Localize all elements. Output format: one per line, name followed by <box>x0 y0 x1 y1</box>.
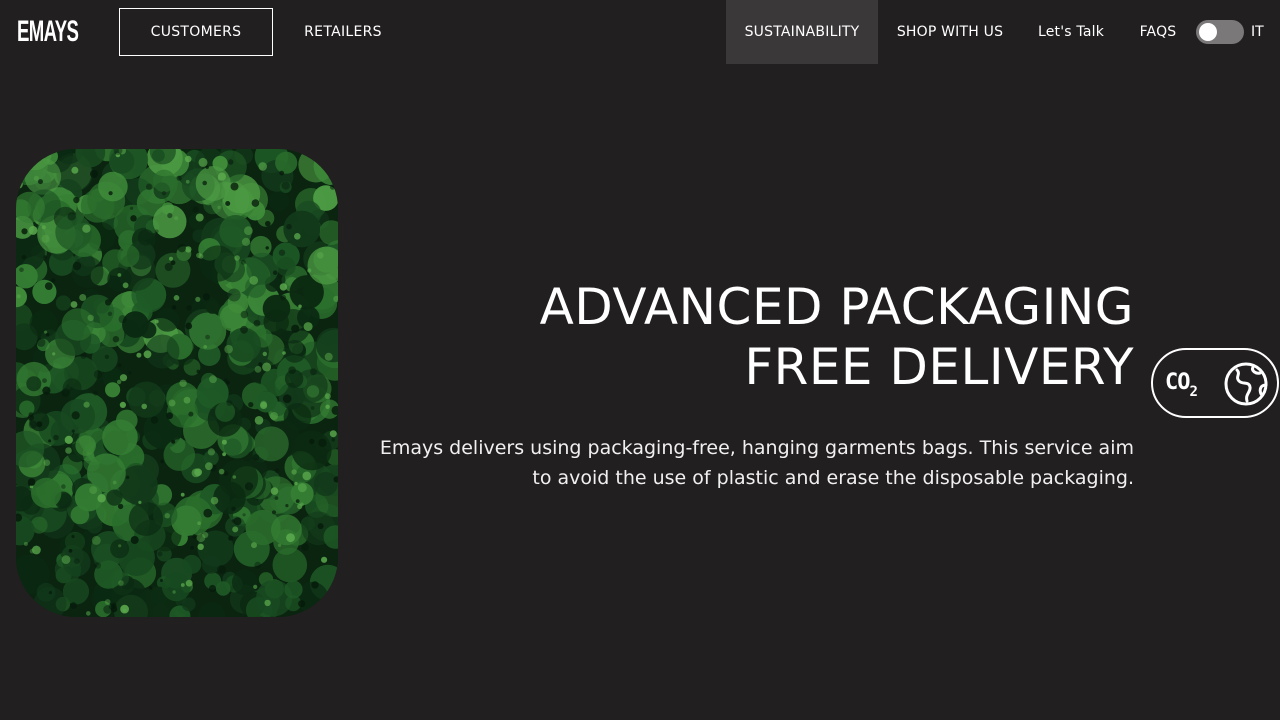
hero-title-line-1: ADVANCED PACKAGING <box>539 278 1134 336</box>
emays-logo[interactable]: EMAYS <box>17 15 79 49</box>
site-header: EMAYS CUSTOMERS RETAILERS SUSTAINABILITY… <box>0 0 1280 64</box>
co2-subscript: 2 <box>1189 384 1199 400</box>
co2-sustainability-badge[interactable]: CO2 <box>1151 348 1279 418</box>
hero-description: Emays delivers using packaging-free, han… <box>379 437 1134 489</box>
logo-text: EMAYS <box>17 15 79 48</box>
co2-main-text: CO <box>1165 370 1190 395</box>
hero-title: ADVANCED PACKAGING FREE DELIVERY <box>374 277 1134 397</box>
hero-title-line-2: FREE DELIVERY <box>744 338 1134 396</box>
forest-aerial-image <box>16 149 338 617</box>
nav-retailers-button[interactable]: RETAILERS <box>288 8 398 56</box>
nav-shop-with-us-link[interactable]: SHOP WITH US <box>888 0 1012 64</box>
forest-illustration <box>16 149 338 617</box>
language-toggle[interactable] <box>1196 20 1244 44</box>
nav-lets-talk-link[interactable]: Let's Talk <box>1030 0 1112 64</box>
language-label: IT <box>1251 24 1264 40</box>
co2-label: CO2 <box>1165 368 1199 400</box>
nav-faqs-link[interactable]: FAQS <box>1130 0 1186 64</box>
globe-icon <box>1224 362 1268 406</box>
toggle-knob <box>1199 23 1217 41</box>
nav-sustainability-link[interactable]: SUSTAINABILITY <box>726 0 878 64</box>
nav-customers-button[interactable]: CUSTOMERS <box>119 8 273 56</box>
